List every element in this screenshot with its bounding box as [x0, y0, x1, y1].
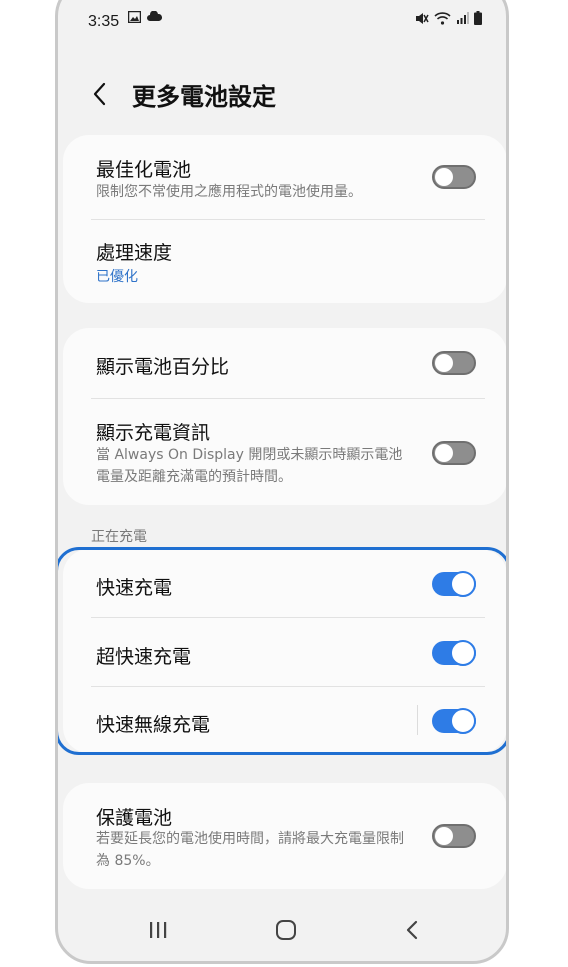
fast-wireless-charging-toggle[interactable]	[432, 708, 476, 734]
fast-wireless-charging-row[interactable]: 快速無線充電	[63, 687, 506, 753]
recent-apps-icon	[150, 922, 167, 938]
charging-section-label: 正在充電	[91, 529, 147, 545]
fast-charging-title: 快速充電	[96, 577, 173, 599]
fast-charging-row[interactable]: 快速充電	[63, 549, 506, 617]
nav-back-button[interactable]	[392, 913, 432, 947]
home-icon	[276, 920, 296, 940]
battery-icon	[474, 11, 482, 25]
home-button[interactable]	[266, 913, 306, 947]
protect-battery-title: 保護電池	[96, 807, 173, 829]
optimization-card: 最佳化電池 限制您不常使用之應用程式的電池使用量。 處理速度 已優化	[63, 135, 506, 303]
optimize-battery-toggle[interactable]	[432, 165, 476, 189]
super-fast-charging-row[interactable]: 超快速充電	[63, 618, 506, 686]
signal-icon	[457, 12, 469, 24]
gallery-icon	[128, 11, 141, 23]
back-button[interactable]	[86, 79, 116, 109]
protect-battery-card: 保護電池 若要延長您的電池使用時間，請將最大充電量限制為 85%。	[63, 783, 506, 889]
display-card: 顯示電池百分比 顯示充電資訊 當 Always On Display 開閉或未顯…	[63, 328, 506, 505]
show-percentage-toggle[interactable]	[432, 351, 476, 375]
show-percentage-row[interactable]: 顯示電池百分比	[63, 328, 506, 398]
optimize-battery-subtitle: 限制您不常使用之應用程式的電池使用量。	[96, 184, 362, 200]
header: 更多電池設定	[58, 75, 506, 115]
super-fast-charging-title: 超快速充電	[96, 646, 192, 668]
processing-speed-value: 已優化	[96, 269, 138, 285]
charging-card: 快速充電 超快速充電 快速無線充電	[63, 549, 506, 753]
fast-charging-toggle[interactable]	[432, 571, 476, 597]
status-time: 3:35	[88, 13, 120, 30]
show-percentage-title: 顯示電池百分比	[96, 356, 230, 378]
show-charging-info-row[interactable]: 顯示充電資訊 當 Always On Display 開閉或未顯示時顯示電池電量…	[63, 399, 506, 505]
processing-speed-title: 處理速度	[96, 242, 173, 264]
optimize-battery-title: 最佳化電池	[96, 159, 192, 181]
protect-battery-subtitle: 若要延長您的電池使用時間，請將最大充電量限制為 85%。	[96, 831, 404, 869]
back-icon	[406, 920, 418, 940]
status-bar: 3:35	[58, 0, 506, 35]
optimize-battery-row[interactable]: 最佳化電池 限制您不常使用之應用程式的電池使用量。	[63, 135, 506, 219]
fast-wireless-charging-title: 快速無線充電	[96, 714, 211, 736]
chevron-left-icon	[93, 82, 106, 106]
processing-speed-row[interactable]: 處理速度 已優化	[63, 220, 506, 303]
page-title: 更多電池設定	[132, 83, 276, 111]
protect-battery-row[interactable]: 保護電池 若要延長您的電池使用時間，請將最大充電量限制為 85%。	[63, 783, 506, 889]
show-charging-info-title: 顯示充電資訊	[96, 422, 211, 444]
cloud-icon	[147, 11, 162, 21]
protect-battery-toggle[interactable]	[432, 824, 476, 848]
mute-icon	[416, 12, 429, 24]
show-charging-info-subtitle: 當 Always On Display 開閉或未顯示時顯示電池電量及距離充滿電的…	[96, 447, 403, 485]
phone-frame: 3:35 更多電池設定 最佳化電池 限制您不常使用之應用程式的電池使用量。 處理…	[55, 0, 509, 964]
show-charging-info-toggle[interactable]	[432, 441, 476, 465]
wifi-icon	[434, 11, 451, 25]
navigation-bar	[58, 913, 506, 961]
recent-apps-button[interactable]	[138, 913, 178, 947]
separator	[417, 705, 418, 735]
super-fast-charging-toggle[interactable]	[432, 640, 476, 666]
